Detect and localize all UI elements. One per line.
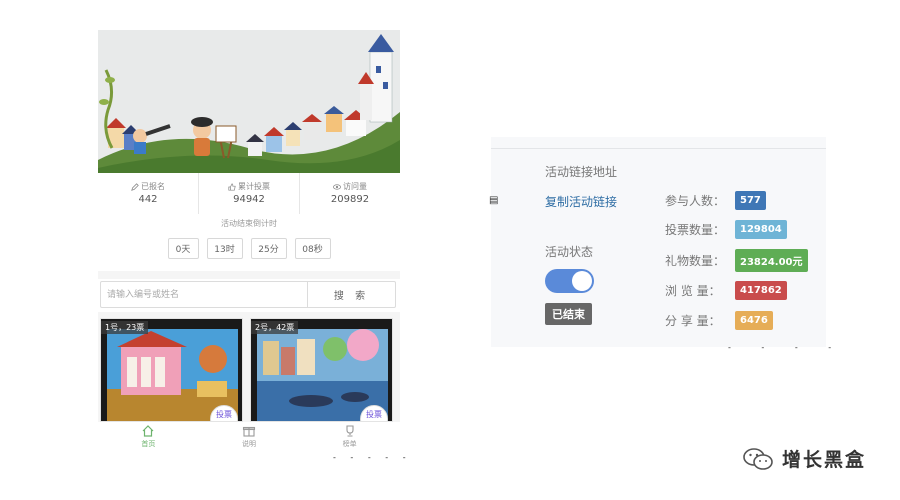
stat-value: 442 (138, 194, 158, 205)
metric-shares: 分 享 量： 6476 (665, 311, 773, 330)
mobile-vote-page: 已报名 442 累计投票 94942 访问量 209892 活动结束倒计时 0天… (98, 30, 400, 455)
activity-link-title: 活动链接地址 (545, 165, 618, 179)
toggle-knob (572, 271, 592, 291)
eye-icon (333, 183, 341, 190)
metric-value: 23824.00元 (735, 249, 808, 272)
countdown-label: 活动结束倒计时 (221, 219, 277, 228)
search-bar: 搜 索 (100, 281, 396, 308)
entry-tag: 1号，23票 (101, 321, 149, 334)
stat-label: 已报名 (141, 182, 165, 191)
entry-card[interactable]: 2号，42票 投票 (250, 318, 393, 422)
search-button[interactable]: 搜 索 (307, 282, 395, 307)
metric-label: 礼物数量： (665, 254, 726, 268)
tab-label: 榜单 (342, 440, 357, 448)
countdown-seconds: 08秒 (294, 238, 331, 259)
trophy-icon (346, 425, 354, 437)
activity-status-title: 活动状态 (545, 245, 594, 259)
metric-label: 投票数量： (665, 223, 726, 237)
admin-activity-panel: ▤ 活动链接地址 复制活动链接 活动状态 已结束 参与人数： 577 投票数量：… (489, 137, 826, 347)
metric-value: 129804 (735, 220, 787, 239)
tab-ranking[interactable]: 榜单 (299, 422, 400, 455)
countdown: 0天 13时 25分 08秒 (98, 238, 400, 259)
metric-label: 浏 览 量： (665, 284, 721, 298)
metric-votes: 投票数量： 129804 (665, 220, 787, 239)
status-toggle[interactable] (545, 269, 594, 293)
entry-card[interactable]: 1号，23票 投票 (100, 318, 243, 422)
entries-grid: 1号，23票 投票 2号，42票 投票 (98, 312, 400, 422)
search-input[interactable] (101, 282, 307, 307)
stat-visits: 访问量 209892 (300, 173, 400, 214)
countdown-minutes: 25分 (250, 238, 287, 259)
stat-value: 94942 (233, 194, 265, 205)
metric-value: 6476 (735, 311, 773, 330)
stat-label: 访问量 (343, 182, 367, 191)
bottom-tab-bar: 首页 说明 榜单 (98, 422, 400, 455)
pencil-icon (131, 182, 139, 191)
watermark: 增长黑盒 (742, 445, 866, 472)
divider: - - - - - (333, 453, 412, 462)
metric-views: 浏 览 量： 417862 (665, 281, 787, 300)
metric-label: 分 享 量： (665, 314, 721, 328)
marker-icon: ▤ (489, 195, 499, 206)
thumbs-up-icon (228, 182, 236, 191)
metric-value: 417862 (735, 281, 787, 300)
divider (98, 271, 400, 279)
stat-total-votes: 累计投票 94942 (199, 173, 300, 214)
watermark-text: 增长黑盒 (782, 449, 867, 471)
tab-home[interactable]: 首页 (98, 422, 199, 455)
tab-label: 首页 (141, 440, 156, 448)
metric-value: 577 (735, 191, 766, 210)
gift-icon (242, 426, 256, 437)
stat-registered: 已报名 442 (98, 173, 199, 214)
tab-label: 说明 (242, 440, 256, 448)
stats-bar: 已报名 442 累计投票 94942 访问量 209892 (98, 173, 400, 214)
status-badge: 已结束 (545, 303, 592, 325)
divider: - - - - (728, 343, 846, 352)
metric-gifts: 礼物数量： 23824.00元 (665, 249, 808, 272)
banner-illustration (98, 30, 400, 173)
countdown-hours: 13时 (206, 238, 243, 259)
metric-participants: 参与人数： 577 (665, 191, 766, 210)
stat-value: 209892 (330, 194, 370, 205)
home-icon (142, 425, 154, 437)
tab-description[interactable]: 说明 (199, 422, 300, 455)
metric-label: 参与人数： (665, 194, 726, 208)
wechat-icon (743, 447, 773, 470)
divider (491, 148, 826, 149)
stat-label: 累计投票 (238, 182, 270, 191)
entry-tag: 2号，42票 (251, 321, 299, 334)
copy-link-button[interactable]: 复制活动链接 (545, 193, 617, 210)
countdown-days: 0天 (167, 238, 199, 259)
